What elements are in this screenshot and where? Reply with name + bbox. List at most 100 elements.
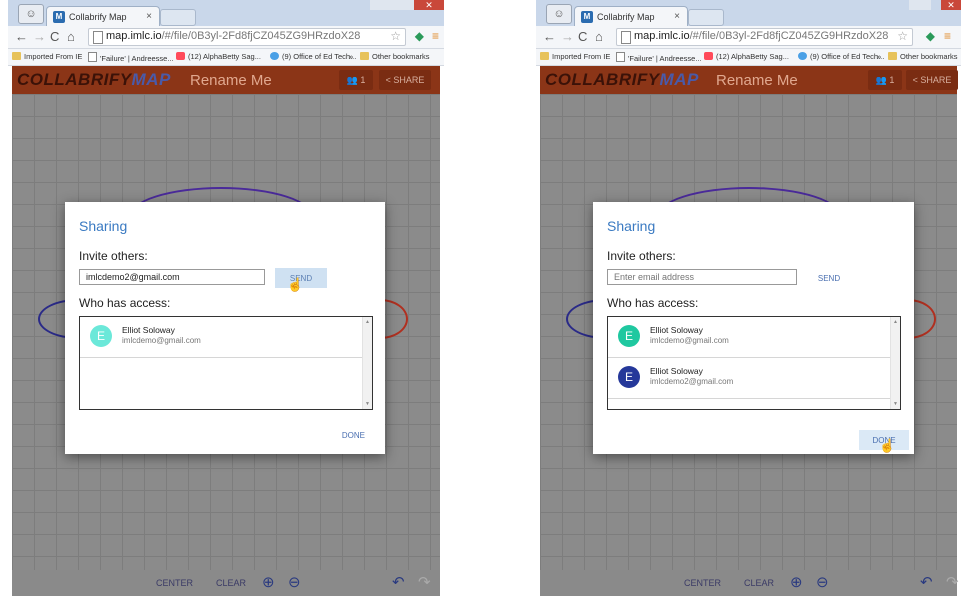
document-title[interactable]: Rename Me: [190, 72, 272, 89]
person-email: imlcdemo2@gmail.com: [650, 377, 734, 386]
bookmark-item[interactable]: Other bookmarks: [360, 52, 430, 61]
bookmark-star-icon[interactable]: ☆: [390, 29, 401, 43]
users-icon: 👥: [346, 75, 358, 85]
bookmark-item[interactable]: Imported From IE: [12, 52, 82, 61]
browser-tab[interactable]: M Collabrify Map ×: [574, 6, 688, 27]
zoom-in-icon[interactable]: ⊕: [262, 573, 275, 591]
scroll-up-icon[interactable]: ▲: [365, 319, 370, 325]
extension-icon[interactable]: ◆: [926, 29, 935, 43]
maximize-button[interactable]: [392, 0, 414, 10]
forward-arrow-icon[interactable]: →: [33, 29, 46, 45]
back-arrow-icon[interactable]: ←: [543, 29, 556, 45]
window-close-button[interactable]: ✕: [941, 0, 961, 10]
users-button[interactable]: 👥 1: [868, 70, 902, 90]
address-bar[interactable]: map.imlc.io/#/file/0B3yl-2Fd8fjCZ045ZG9H…: [88, 28, 406, 46]
folder-icon: [888, 52, 897, 60]
folder-icon: [540, 52, 549, 60]
zoom-out-icon[interactable]: ⊖: [288, 573, 301, 591]
profile-icon[interactable]: ☺: [18, 4, 44, 24]
zoom-in-icon[interactable]: ⊕: [790, 573, 803, 591]
list-item: E Elliot Soloway imlcdemo@gmail.com: [608, 317, 890, 358]
menu-icon[interactable]: ≡: [432, 29, 439, 43]
bookmark-item[interactable]: (12) AlphaBetty Sag...: [176, 52, 261, 61]
bookmark-item[interactable]: (12) AlphaBetty Sag...: [704, 52, 789, 61]
window-close-button[interactable]: ✕: [414, 0, 444, 10]
close-tab-icon[interactable]: ×: [146, 11, 152, 22]
redo-icon[interactable]: ↷: [946, 573, 959, 591]
home-icon[interactable]: ⌂: [595, 29, 603, 45]
clear-button[interactable]: CLEAR: [744, 578, 774, 588]
bookmarks-overflow[interactable]: »: [877, 52, 881, 61]
tab-title: Collabrify Map: [69, 12, 127, 22]
bookmark-item[interactable]: (9) Office of Ed Tech...: [270, 52, 356, 61]
sharing-dialog: Sharing Invite others: SEND ☝ Who has ac…: [65, 202, 385, 454]
document-title[interactable]: Rename Me: [716, 72, 798, 89]
bookmark-item[interactable]: 'Failure' | Andreesse...: [616, 52, 702, 63]
back-arrow-icon[interactable]: ←: [15, 29, 28, 45]
access-label: Who has access:: [607, 296, 699, 310]
email-input[interactable]: [607, 269, 797, 285]
person-email: imlcdemo@gmail.com: [650, 336, 729, 345]
page-icon: [93, 31, 103, 44]
bookmarks-overflow[interactable]: »: [349, 52, 353, 61]
center-button[interactable]: CENTER: [156, 578, 193, 588]
undo-icon[interactable]: ↶: [392, 573, 405, 591]
scrollbar[interactable]: ▲ ▼: [890, 317, 900, 409]
access-list[interactable]: E Elliot Soloway imlcdemo@gmail.com ▲ ▼: [79, 316, 373, 410]
avatar: E: [90, 325, 112, 347]
mouse-pointer-icon: ☝: [879, 438, 896, 453]
extension-icon[interactable]: ◆: [415, 29, 424, 43]
scroll-down-icon[interactable]: ▼: [365, 401, 370, 407]
home-icon[interactable]: ⌂: [67, 29, 75, 45]
bookmark-item[interactable]: Other bookmarks: [888, 52, 958, 61]
tab-title: Collabrify Map: [597, 12, 655, 22]
undo-icon[interactable]: ↶: [920, 573, 933, 591]
reload-icon[interactable]: C: [50, 29, 59, 45]
new-tab-button[interactable]: [688, 9, 724, 26]
person-name: Elliot Soloway: [650, 366, 703, 376]
browser-tab[interactable]: M Collabrify Map ×: [46, 6, 160, 27]
share-button[interactable]: < SHARE: [906, 70, 958, 90]
bottom-toolbar: CENTER CLEAR ⊕ ⊖ ↶ ↷: [540, 570, 959, 596]
scroll-down-icon[interactable]: ▼: [893, 401, 898, 407]
bookmarks-bar: Imported From IE 'Failure' | Andreesse..…: [536, 49, 961, 66]
scrollbar[interactable]: ▲ ▼: [362, 317, 372, 409]
clear-button[interactable]: CLEAR: [216, 578, 246, 588]
person-name: Elliot Soloway: [650, 325, 703, 335]
document-icon: [616, 52, 625, 62]
center-button[interactable]: CENTER: [684, 578, 721, 588]
reload-icon[interactable]: C: [578, 29, 587, 45]
twitter-icon: [798, 52, 807, 60]
zoom-out-icon[interactable]: ⊖: [816, 573, 829, 591]
close-tab-icon[interactable]: ×: [674, 11, 680, 22]
browser-titlebar: ☺ M Collabrify Map × ✕: [8, 0, 444, 27]
access-label: Who has access:: [79, 296, 171, 310]
new-tab-button[interactable]: [160, 9, 196, 26]
users-button[interactable]: 👥 1: [339, 70, 373, 90]
email-input[interactable]: [79, 269, 265, 285]
bookmark-item[interactable]: (9) Office of Ed Tech...: [798, 52, 884, 61]
minimize-button[interactable]: [909, 0, 931, 10]
screenshot-left: ☺ M Collabrify Map × ✕ ← → C ⌂ map.imlc.…: [8, 0, 444, 596]
minimize-button[interactable]: [370, 0, 392, 10]
bookmark-item[interactable]: Imported From IE: [540, 52, 610, 61]
page-icon: [621, 31, 631, 44]
forward-arrow-icon[interactable]: →: [561, 29, 574, 45]
done-button[interactable]: DONE: [336, 430, 371, 441]
collabrify-favicon-icon: M: [581, 11, 593, 23]
browser-titlebar: ☺ M Collabrify Map × ✕: [536, 0, 961, 27]
bookmark-star-icon[interactable]: ☆: [897, 29, 908, 43]
menu-icon[interactable]: ≡: [944, 29, 951, 43]
dialog-title: Sharing: [607, 218, 656, 234]
invite-label: Invite others:: [79, 249, 148, 263]
scroll-up-icon[interactable]: ▲: [893, 319, 898, 325]
profile-icon[interactable]: ☺: [546, 4, 572, 24]
alphabetty-icon: [176, 52, 185, 60]
bookmark-item[interactable]: 'Failure' | Andreesse...: [88, 52, 174, 63]
url-text: map.imlc.io/#/file/0B3yl-2Fd8fjCZ045ZG9H…: [106, 30, 361, 42]
access-list[interactable]: E Elliot Soloway imlcdemo@gmail.com E El…: [607, 316, 901, 410]
share-button[interactable]: < SHARE: [379, 70, 431, 90]
send-button[interactable]: SEND: [803, 268, 855, 288]
address-bar[interactable]: map.imlc.io/#/file/0B3yl-2Fd8fjCZ045ZG9H…: [616, 28, 913, 46]
redo-icon[interactable]: ↷: [418, 573, 431, 591]
